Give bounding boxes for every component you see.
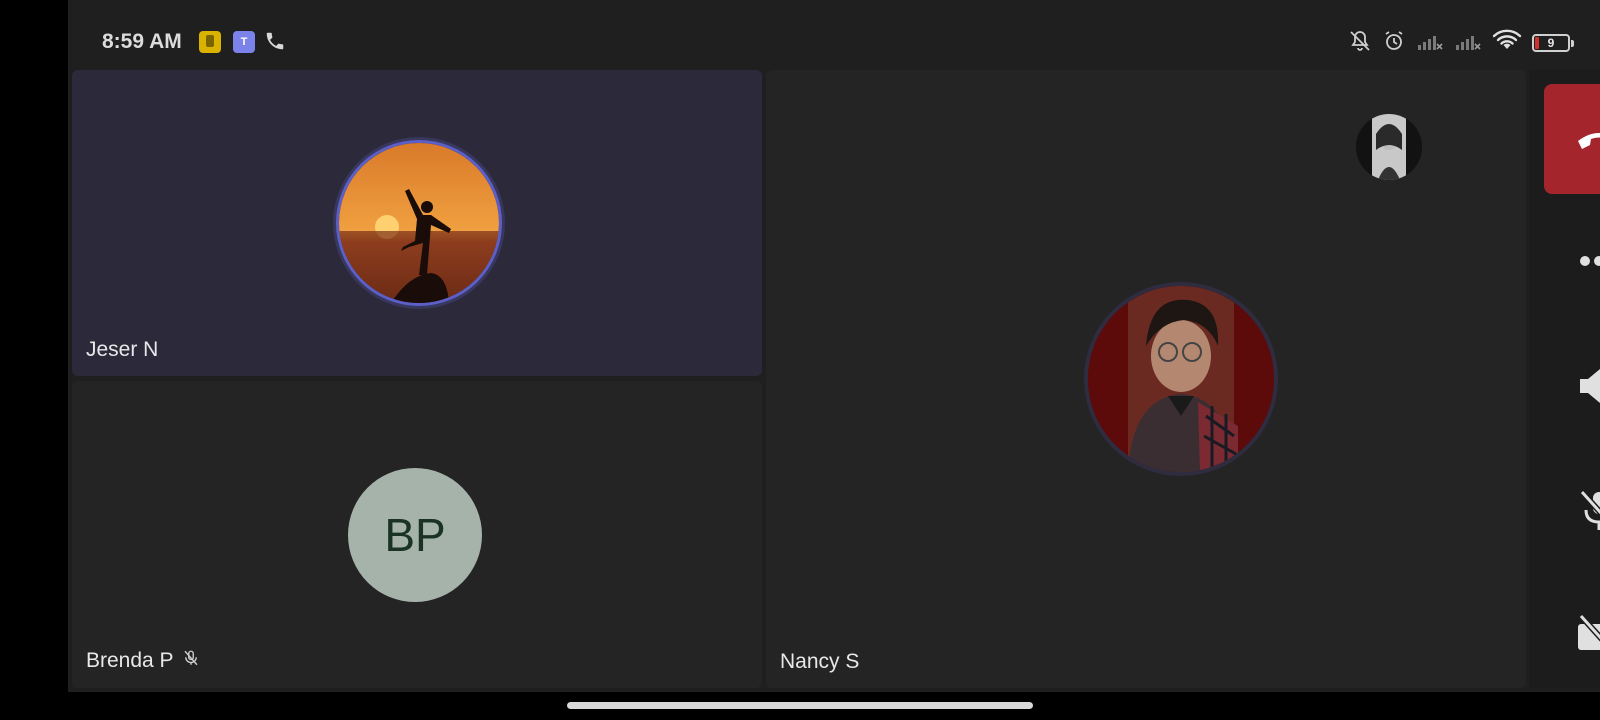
camera-toggle-button[interactable]	[1569, 608, 1600, 668]
battery-indicator: 9	[1532, 34, 1574, 52]
participant-name: Jeser N	[86, 338, 158, 362]
participant-name: Brenda P	[86, 648, 200, 674]
bell-off-icon	[1348, 29, 1372, 58]
speaker-icon	[1576, 365, 1600, 412]
participant-tile-nancy[interactable]: Nancy S	[766, 70, 1526, 688]
more-icon	[1579, 254, 1600, 272]
mic-toggle-button[interactable]	[1569, 483, 1600, 543]
hangup-icon	[1574, 121, 1600, 162]
participant-name-label: Brenda P	[86, 649, 174, 672]
profile-avatar	[1084, 282, 1278, 476]
status-icons: 9	[1348, 29, 1574, 58]
more-options-button[interactable]	[1569, 233, 1600, 293]
participant-tile-brenda[interactable]: BP Brenda P	[72, 381, 762, 688]
phone-icon	[264, 30, 286, 57]
mic-muted-icon	[182, 648, 200, 674]
wifi-icon	[1492, 29, 1522, 58]
alarm-icon	[1382, 29, 1406, 58]
camera-off-icon	[1575, 613, 1600, 663]
participant-name-label: Jeser N	[86, 338, 159, 361]
speaker-button[interactable]	[1569, 358, 1600, 418]
hangup-button[interactable]	[1544, 84, 1600, 194]
sunset-avatar	[336, 140, 502, 306]
signal-x-icon	[1416, 30, 1444, 57]
call-controls	[1529, 70, 1600, 688]
status-time: 8:59 AM	[102, 30, 182, 53]
participant-name: Nancy S	[780, 650, 859, 674]
initials-avatar: BP	[348, 468, 482, 602]
home-indicator[interactable]	[567, 702, 1033, 709]
mic-off-icon	[1576, 488, 1600, 539]
participant-tile-jeser[interactable]: Jeser N	[72, 70, 762, 376]
participant-name-label: Nancy S	[780, 650, 860, 673]
self-preview-avatar[interactable]	[1356, 114, 1422, 180]
teams-app-icon: T	[233, 31, 255, 53]
signal-x-icon	[1454, 30, 1482, 57]
status-bar: 8:59 AM T 9	[68, 0, 1600, 68]
notes-app-icon	[199, 31, 221, 53]
call-screen: 8:59 AM T 9 Jeser N BP Brenda P Nancy S	[68, 0, 1600, 692]
